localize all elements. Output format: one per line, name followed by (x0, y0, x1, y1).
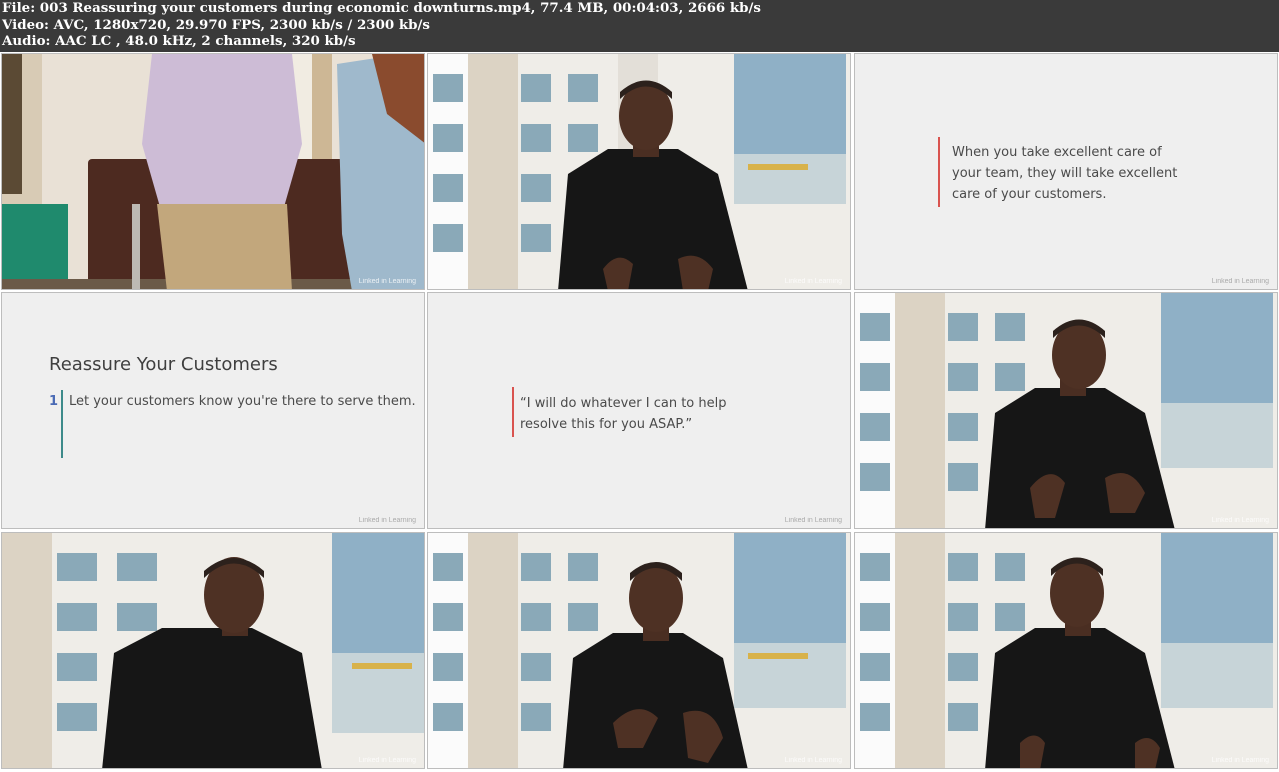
thumbnail-title-slide[interactable]: Reassure Your Customers 1 Let your custo… (1, 292, 425, 529)
quote-text: “I will do whatever I can to help resolv… (520, 396, 727, 432)
presenter-scene-image (855, 533, 1277, 768)
lobby-scene-image (2, 54, 424, 289)
thumbnail-presenter-1[interactable]: Linked in Learning (427, 53, 851, 290)
list-item-accent-bar (61, 390, 63, 458)
thumbnail-grid: Linked in Learning Linked in Learning Wh… (0, 52, 1279, 772)
linkedin-learning-watermark: Linked in Learning (784, 278, 842, 285)
thumbnail-presenter-3[interactable]: Linked in Learning (1, 532, 425, 769)
thumbnail-quote-slide-2[interactable]: “I will do whatever I can to help resolv… (427, 292, 851, 529)
slide-title: Reassure Your Customers (49, 354, 278, 375)
presenter-scene-image (428, 54, 850, 289)
linkedin-learning-watermark: Linked in Learning (358, 278, 416, 285)
linkedin-learning-watermark: Linked in Learning (358, 517, 416, 524)
list-item-text: Let your customers know you're there to … (69, 394, 416, 409)
linkedin-learning-watermark: Linked in Learning (784, 517, 842, 524)
linkedin-learning-watermark: Linked in Learning (1211, 757, 1269, 764)
list-item-number: 1 (49, 394, 59, 409)
audio-info-line: Audio: AAC LC , 48.0 kHz, 2 channels, 32… (2, 33, 356, 49)
presenter-scene-image (855, 293, 1277, 528)
linkedin-learning-watermark: Linked in Learning (1211, 517, 1269, 524)
presenter-scene-image (2, 533, 424, 768)
thumbnail-quote-slide[interactable]: When you take excellent care of your tea… (854, 53, 1278, 290)
thumbnail-presenter-5[interactable]: Linked in Learning (854, 532, 1278, 769)
thumbnail-presenter-4[interactable]: Linked in Learning (427, 532, 851, 769)
linkedin-learning-watermark: Linked in Learning (1211, 278, 1269, 285)
thumbnail-presenter-2[interactable]: Linked in Learning (854, 292, 1278, 529)
quote-accent-bar (512, 387, 514, 437)
quote-text: When you take excellent care of your tea… (952, 145, 1178, 202)
file-info-line: File: 003 Reassuring your customers duri… (2, 0, 761, 16)
quote-accent-bar (938, 137, 940, 207)
thumbnail-lobby-scene[interactable]: Linked in Learning (1, 53, 425, 290)
presenter-scene-image (428, 533, 850, 768)
video-info-line: Video: AVC, 1280x720, 29.970 FPS, 2300 k… (2, 16, 430, 33)
file-info-header: File: 003 Reassuring your customers duri… (0, 0, 1279, 52)
linkedin-learning-watermark: Linked in Learning (784, 757, 842, 764)
linkedin-learning-watermark: Linked in Learning (358, 757, 416, 764)
